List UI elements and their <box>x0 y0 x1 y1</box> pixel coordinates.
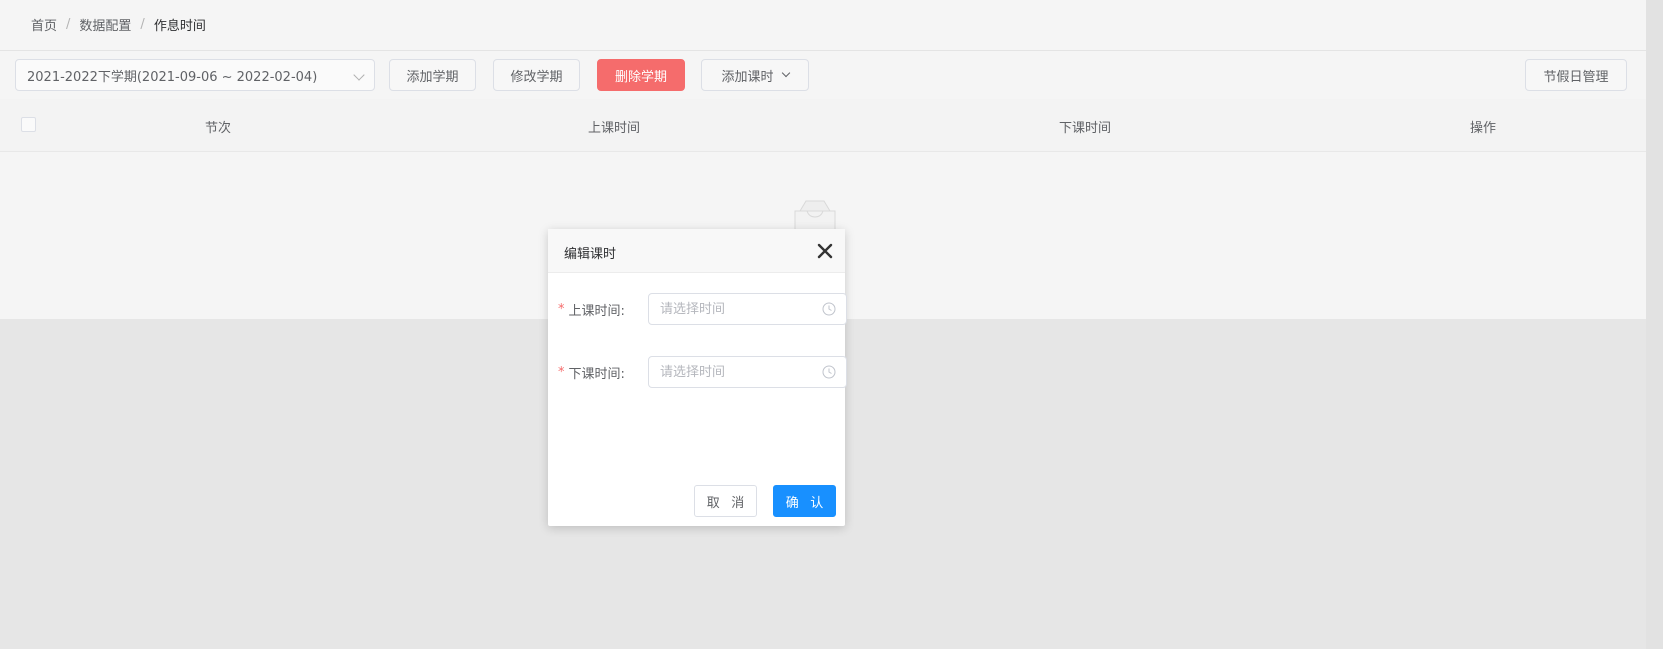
start-time-input[interactable] <box>649 294 809 324</box>
column-header-start-time: 上课时间 <box>588 121 641 136</box>
required-mark: * <box>558 364 565 380</box>
start-time-label: 上课时间: <box>568 303 625 319</box>
add-period-label: 添加课时 <box>721 69 774 85</box>
start-time-row: * 上课时间: <box>558 293 847 325</box>
header-divider <box>0 50 1646 51</box>
edit-semester-button[interactable]: 修改学期 <box>493 59 580 91</box>
confirm-button[interactable]: 确 认 <box>773 485 836 517</box>
chevron-down-icon <box>781 68 790 78</box>
column-header-actions: 操作 <box>1470 121 1497 136</box>
breadcrumb-data-config[interactable]: 数据配置 <box>79 15 131 34</box>
start-time-picker[interactable] <box>648 293 847 325</box>
end-time-row: * 下课时间: <box>558 356 847 388</box>
dialog-title: 编辑课时 <box>564 247 617 262</box>
end-time-label: 下课时间: <box>568 366 625 382</box>
chevron-down-icon <box>353 69 365 81</box>
edit-period-dialog: 编辑课时 * 上课时间: * 下课时间: 取 消 确 认 <box>548 229 847 526</box>
required-mark: * <box>558 301 565 317</box>
breadcrumb: 首页 / 数据配置 / 作息时间 <box>31 15 206 34</box>
semester-select[interactable]: 2021-2022下学期(2021-09-06 ~ 2022-02-04) <box>15 59 375 91</box>
scrollbar-track[interactable] <box>1646 0 1663 649</box>
breadcrumb-current: 作息时间 <box>153 18 206 34</box>
table-header: 节次 上课时间 下课时间 操作 <box>0 99 1646 152</box>
empty-box-icon <box>794 200 836 232</box>
holiday-manage-button[interactable]: 节假日管理 <box>1525 59 1627 91</box>
breadcrumb-separator: / <box>66 16 71 32</box>
semester-select-value: 2021-2022下学期(2021-09-06 ~ 2022-02-04) <box>27 69 318 85</box>
add-period-dropdown[interactable]: 添加课时 <box>701 59 809 91</box>
end-time-input[interactable] <box>649 357 809 387</box>
breadcrumb-separator: / <box>140 16 145 32</box>
clock-icon <box>822 302 836 316</box>
select-all-checkbox[interactable] <box>21 117 36 132</box>
breadcrumb-home[interactable]: 首页 <box>31 15 57 34</box>
delete-semester-button[interactable]: 删除学期 <box>597 59 685 91</box>
end-time-picker[interactable] <box>648 356 847 388</box>
column-header-period: 节次 <box>205 121 232 136</box>
cancel-button[interactable]: 取 消 <box>694 485 757 517</box>
column-header-end-time: 下课时间 <box>1059 121 1112 136</box>
close-icon[interactable] <box>817 243 833 259</box>
clock-icon <box>822 365 836 379</box>
add-semester-button[interactable]: 添加学期 <box>389 59 476 91</box>
dialog-header: 编辑课时 <box>548 229 845 273</box>
